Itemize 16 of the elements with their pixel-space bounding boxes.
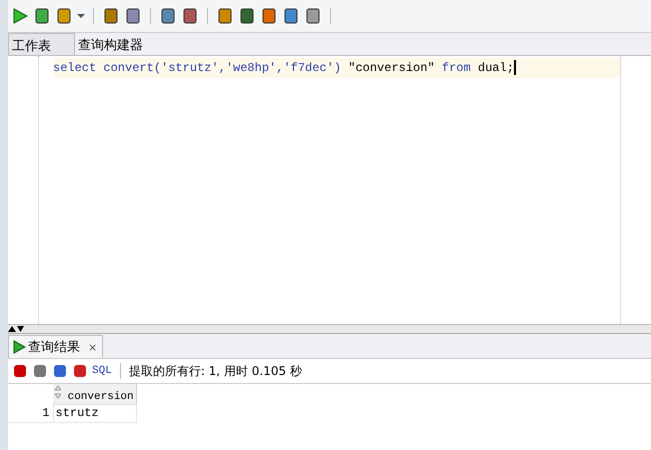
tab-label: 查询结果 [28,339,80,356]
sort-icon [55,384,61,399]
sql-link[interactable]: SQL [92,365,112,377]
editor-area[interactable]: select convert('strutz','we8hp','f7dec') "conversion" from dual; [8,56,651,325]
worksheet-tab[interactable]: 工作表 [8,33,75,55]
table-cell: strutz [53,404,136,422]
collapse-arrows-icon[interactable] [8,326,24,332]
close-tab-button[interactable]: × [88,340,98,354]
run-icon[interactable] [11,7,29,25]
column-header[interactable]: conversion [53,384,136,404]
run-icon [12,340,26,354]
row-number: 1 [8,404,53,422]
query-result-tab[interactable]: 查询结果 × [8,335,104,358]
column-title: conversion [68,390,134,403]
fetch-status-text: 提取的所有行: 1, 用时 0.105 秒 [128,362,302,380]
worksheet-tab[interactable]: 查询构建器 [75,33,151,55]
